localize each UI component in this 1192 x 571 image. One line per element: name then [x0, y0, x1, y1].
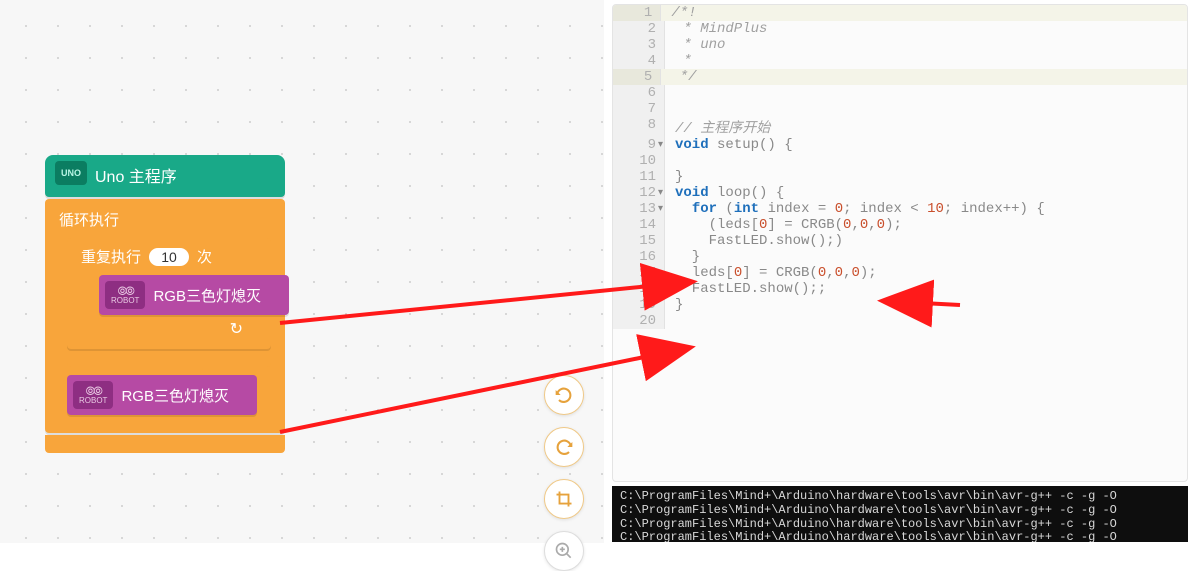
rgb-off-block-2[interactable]: ⦾⦾ ROBOT RGB三色灯熄灭: [67, 375, 257, 415]
line-number: 15: [613, 233, 665, 249]
repeat-suffix: 次: [197, 249, 212, 266]
canvas-tools: [544, 375, 584, 571]
code-line[interactable]: 15 FastLED.show();): [613, 233, 1187, 249]
console-line: C:\ProgramFiles\Mind+\Arduino\hardware\t…: [620, 490, 1180, 504]
code-line[interactable]: 18 FastLED.show();;: [613, 281, 1187, 297]
code-line[interactable]: 1/*!: [613, 5, 1187, 21]
redo-button[interactable]: [544, 427, 584, 467]
line-number: 18: [613, 281, 665, 297]
repeat-count-input[interactable]: 10: [149, 248, 189, 266]
fold-icon[interactable]: ▾: [658, 139, 663, 151]
code-content[interactable]: }: [665, 169, 683, 185]
app-root: UNO Uno 主程序 循环执行 重复执行 10 次 ⦾⦾ ROBOT RGB三…: [0, 0, 1192, 543]
code-line[interactable]: 8// 主程序开始: [613, 117, 1187, 137]
code-line[interactable]: 17 leds[0] = CRGB(0,0,0);: [613, 265, 1187, 281]
line-number: 12▾: [613, 185, 665, 201]
code-content[interactable]: * MindPlus: [665, 21, 767, 37]
code-content[interactable]: for (int index = 0; index < 10; index++)…: [665, 201, 1045, 217]
block-stack[interactable]: UNO Uno 主程序 循环执行 重复执行 10 次 ⦾⦾ ROBOT RGB三…: [45, 155, 285, 453]
repeat-prefix: 重复执行: [81, 249, 141, 266]
build-console[interactable]: C:\ProgramFiles\Mind+\Arduino\hardware\t…: [612, 486, 1188, 542]
code-content[interactable]: *: [665, 53, 692, 69]
line-number: 6: [613, 85, 665, 101]
code-line[interactable]: 5 */: [613, 69, 1187, 85]
code-content[interactable]: */: [661, 69, 1187, 85]
code-content[interactable]: void setup() {: [665, 137, 793, 153]
repeat-return-icon: ↻: [81, 319, 243, 339]
console-line: C:\ProgramFiles\Mind+\Arduino\hardware\t…: [620, 518, 1180, 532]
code-editor[interactable]: 1/*!2 * MindPlus3 * uno4 *5 */678// 主程序开…: [612, 4, 1188, 482]
code-content[interactable]: leds[0] = CRGB(0,0,0);: [665, 265, 877, 281]
line-number: 16: [613, 249, 665, 265]
code-content[interactable]: FastLED.show();;: [665, 281, 826, 297]
code-line[interactable]: 13▾ for (int index = 0; index < 10; inde…: [613, 201, 1187, 217]
line-number: 10: [613, 153, 665, 169]
robot-icon: ⦾⦾ ROBOT: [73, 381, 113, 409]
undo-button[interactable]: [544, 375, 584, 415]
code-line[interactable]: 6: [613, 85, 1187, 101]
code-content[interactable]: // 主程序开始: [665, 117, 770, 137]
code-content[interactable]: [665, 101, 675, 117]
code-content[interactable]: }: [665, 297, 683, 313]
line-number: 14: [613, 217, 665, 233]
console-line: C:\ProgramFiles\Mind+\Arduino\hardware\t…: [620, 531, 1180, 542]
code-content[interactable]: * uno: [665, 37, 725, 53]
code-content[interactable]: FastLED.show();): [665, 233, 843, 249]
code-content[interactable]: [665, 153, 675, 169]
line-number: 7: [613, 101, 665, 117]
code-content[interactable]: (leds[0] = CRGB(0,0,0);: [665, 217, 902, 233]
line-number: 9▾: [613, 137, 665, 153]
uno-main-hat-block[interactable]: UNO Uno 主程序: [45, 155, 285, 197]
line-number: 5: [613, 69, 661, 85]
rgb-label: RGB三色灯熄灭: [153, 285, 261, 306]
code-line[interactable]: 2 * MindPlus: [613, 21, 1187, 37]
fold-icon[interactable]: ▾: [658, 187, 663, 199]
repeat-block[interactable]: 重复执行 10 次 ⦾⦾ ROBOT RGB三色灯熄灭 ↻: [67, 238, 271, 349]
code-line[interactable]: 12▾void loop() {: [613, 185, 1187, 201]
code-line[interactable]: 4 *: [613, 53, 1187, 69]
code-console-pane: 1/*!2 * MindPlus3 * uno4 *5 */678// 主程序开…: [604, 0, 1192, 543]
loop-label: 循环执行: [59, 212, 119, 229]
line-number: 11: [613, 169, 665, 185]
line-number: 1: [613, 5, 661, 21]
robot-icon: ⦾⦾ ROBOT: [105, 281, 145, 309]
code-line[interactable]: 14 (leds[0] = CRGB(0,0,0);: [613, 217, 1187, 233]
forever-block-cap: [45, 435, 285, 453]
forever-loop-block[interactable]: 循环执行 重复执行 10 次 ⦾⦾ ROBOT RGB三色灯熄灭 ↻: [45, 199, 285, 433]
code-content[interactable]: }: [665, 249, 700, 265]
repeat-block-cap: [67, 351, 271, 367]
line-number: 2: [613, 21, 665, 37]
code-line[interactable]: 3 * uno: [613, 37, 1187, 53]
code-line[interactable]: 11}: [613, 169, 1187, 185]
crop-button[interactable]: [544, 479, 584, 519]
code-line[interactable]: 16 }: [613, 249, 1187, 265]
code-line[interactable]: 19}: [613, 297, 1187, 313]
line-number: 8: [613, 117, 665, 137]
line-number: 3: [613, 37, 665, 53]
rgb-label: RGB三色灯熄灭: [121, 385, 229, 406]
code-line[interactable]: 20: [613, 313, 1187, 329]
blocks-canvas[interactable]: UNO Uno 主程序 循环执行 重复执行 10 次 ⦾⦾ ROBOT RGB三…: [0, 0, 604, 543]
zoom-button[interactable]: [544, 531, 584, 571]
code-content[interactable]: /*!: [661, 5, 1187, 21]
line-number: 19: [613, 297, 665, 313]
code-content[interactable]: [665, 313, 675, 329]
line-number: 4: [613, 53, 665, 69]
fold-icon[interactable]: ▾: [658, 203, 663, 215]
line-number: 17: [613, 265, 665, 281]
console-line: C:\ProgramFiles\Mind+\Arduino\hardware\t…: [620, 504, 1180, 518]
code-content[interactable]: [665, 85, 675, 101]
code-content[interactable]: void loop() {: [665, 185, 784, 201]
code-line[interactable]: 10: [613, 153, 1187, 169]
rgb-off-block-1[interactable]: ⦾⦾ ROBOT RGB三色灯熄灭: [99, 275, 289, 315]
line-number: 20: [613, 313, 665, 329]
code-line[interactable]: 9▾void setup() {: [613, 137, 1187, 153]
uno-badge-icon: UNO: [55, 161, 87, 185]
code-line[interactable]: 7: [613, 101, 1187, 117]
line-number: 13▾: [613, 201, 665, 217]
hat-label: Uno 主程序: [95, 169, 177, 186]
